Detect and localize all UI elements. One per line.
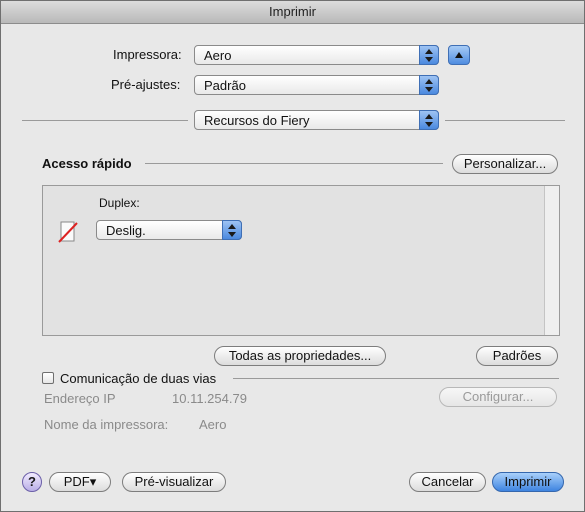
customize-button[interactable]: Personalizar... [452,154,558,174]
section-select[interactable]: Recursos do Fiery [194,110,439,130]
two-way-checkbox[interactable] [42,372,54,384]
ip-label: Endereço IP [44,391,116,406]
presets-value: Padrão [204,78,246,93]
print-button[interactable]: Imprimir [492,472,564,492]
quick-access-heading: Acesso rápido [42,156,132,171]
preview-button[interactable]: Pré-visualizar [122,472,226,492]
printer-name-value: Aero [199,417,227,432]
defaults-button[interactable]: Padrões [476,346,558,366]
two-way-label: Comunicação de duas vias [60,371,217,386]
quick-access-separator [145,163,443,164]
printer-select[interactable]: Aero [194,45,439,65]
cancel-button[interactable]: Cancelar [409,472,486,492]
duplex-label: Duplex: [99,196,140,210]
configure-button[interactable]: Configurar... [439,387,557,407]
printer-value: Aero [204,48,232,63]
help-button[interactable]: ? [22,472,42,492]
ip-value: 10.11.254.79 [172,391,247,406]
window-title: Imprimir [1,1,584,24]
popup-arrows-icon [222,220,242,240]
popup-arrows-icon [419,75,439,95]
separator-right [445,120,565,121]
printer-label: Impressora: [113,47,182,62]
panel-scrollbar[interactable] [544,186,559,335]
duplex-value: Deslig. [106,223,146,238]
separator-left [22,120,188,121]
print-dialog: Imprimir Impressora: Aero Pré-ajustes: P… [0,0,585,512]
popup-arrows-icon [419,45,439,65]
popup-arrows-icon [419,110,439,130]
no-duplex-icon [56,220,80,244]
printer-name-label: Nome da impressora: [44,417,169,432]
presets-label: Pré-ajustes: [111,77,181,92]
quick-access-panel: Duplex: Deslig. [42,185,560,336]
presets-select[interactable]: Padrão [194,75,439,95]
all-properties-button[interactable]: Todas as propriedades... [214,346,386,366]
section-value: Recursos do Fiery [204,113,310,128]
collapse-disclosure-button[interactable] [448,45,470,65]
pdf-menu-button[interactable]: PDF▾ [49,472,111,492]
two-way-separator [233,378,559,379]
duplex-select[interactable]: Deslig. [96,220,242,240]
